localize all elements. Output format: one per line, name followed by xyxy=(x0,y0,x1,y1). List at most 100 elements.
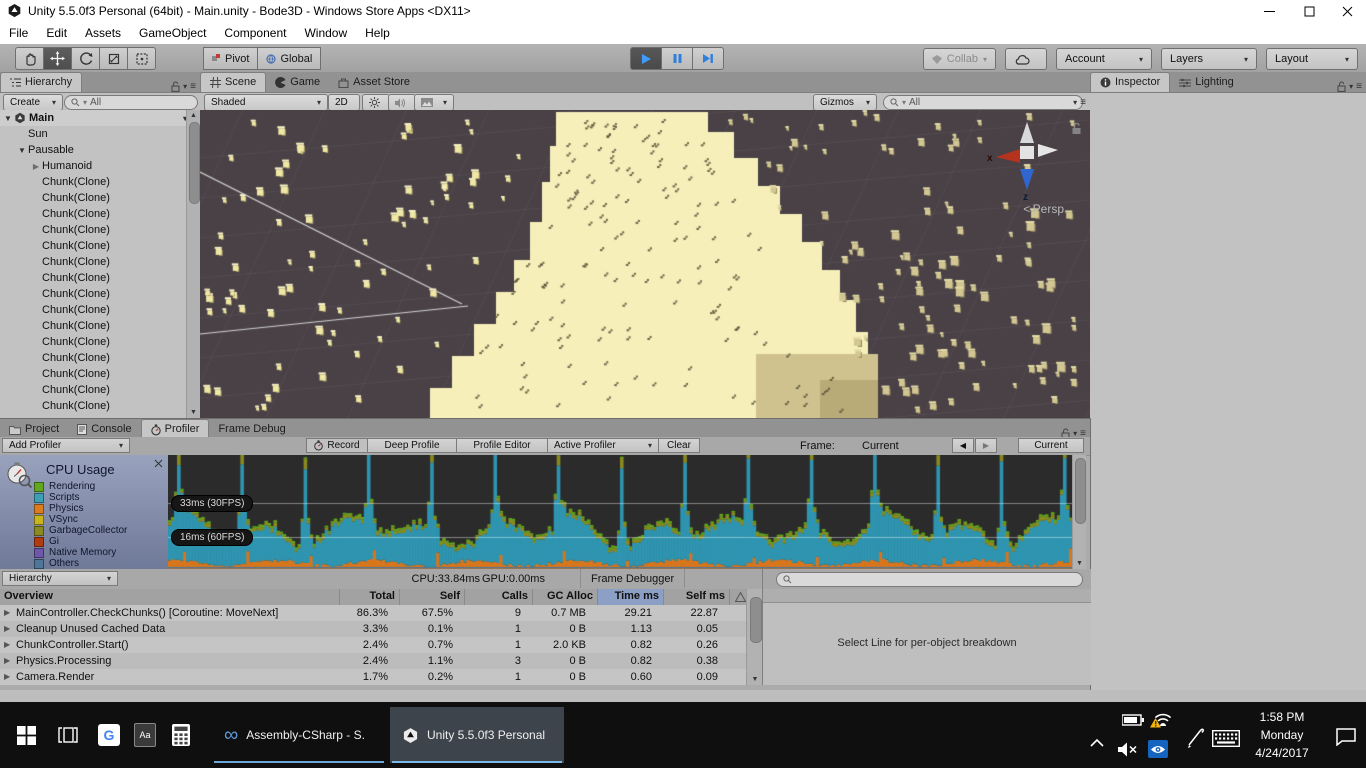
hierarchy-mode-dropdown[interactable]: Hierarchy▾ xyxy=(2,571,118,586)
hierarchy-item-chunk-clone-[interactable]: Chunk(Clone) xyxy=(0,222,200,238)
menu-window[interactable]: Window xyxy=(295,23,356,44)
rotate-tool-icon[interactable] xyxy=(71,47,100,70)
tab-lighting[interactable]: Lighting xyxy=(1170,73,1243,92)
scene-audio-toggle[interactable] xyxy=(388,94,416,111)
taskbar-clock[interactable]: 1:58 PM Monday 4/24/2017 xyxy=(1234,708,1330,762)
legend-vsync[interactable]: VSync xyxy=(12,514,166,525)
hierarchy-item-chunk-clone-[interactable]: Chunk(Clone) xyxy=(0,270,200,286)
menu-assets[interactable]: Assets xyxy=(76,23,130,44)
tree-arrow-icon[interactable]: ▶ xyxy=(30,162,42,171)
hierarchy-item-chunk-clone-[interactable]: Chunk(Clone) xyxy=(0,334,200,350)
active-profiler-dropdown[interactable]: Active Profiler▾ xyxy=(547,438,659,453)
tab-scene[interactable]: Scene xyxy=(200,72,266,92)
hierarchy-item-chunk-clone-[interactable]: Chunk(Clone) xyxy=(0,286,200,302)
eye-tray-icon[interactable] xyxy=(1148,740,1168,758)
start-button[interactable] xyxy=(6,702,46,768)
panel-caret-icon[interactable]: ▾ xyxy=(183,82,187,91)
scene-orientation-gizmo[interactable]: x z xyxy=(986,116,1070,200)
legend-rendering[interactable]: Rendering xyxy=(12,481,166,492)
hierarchy-item-chunk-clone-[interactable]: Chunk(Clone) xyxy=(0,350,200,366)
legend-scripts[interactable]: Scripts xyxy=(12,492,166,503)
hierarchy-item-chunk-clone-[interactable]: Chunk(Clone) xyxy=(0,302,200,318)
legend-others[interactable]: Others xyxy=(12,558,166,569)
detail-search-input[interactable] xyxy=(776,572,1083,587)
hierarchy-item-chunk-clone-[interactable]: Chunk(Clone) xyxy=(0,366,200,382)
volume-muted-icon[interactable] xyxy=(1118,742,1138,757)
column-header-self-ms[interactable]: Self ms xyxy=(664,589,730,605)
profile-editor-toggle[interactable]: Profile Editor xyxy=(456,438,548,453)
panel-menu-icon[interactable]: ≡ xyxy=(1080,97,1085,108)
rect-tool-icon[interactable] xyxy=(127,47,156,70)
wifi-warning-icon[interactable] xyxy=(1150,712,1174,728)
expand-arrow-icon[interactable]: ▶ xyxy=(4,621,10,637)
layout-dropdown[interactable]: Layout▾ xyxy=(1266,48,1358,70)
expand-arrow-icon[interactable]: ▶ xyxy=(4,669,10,685)
chart-scrollbar[interactable]: ▼ xyxy=(1072,455,1086,569)
table-row[interactable]: ▶ChunkController.Start()2.4%0.7%12.0 KB0… xyxy=(0,637,746,653)
tab-inspector[interactable]: Inspector xyxy=(1090,72,1170,92)
play-button[interactable] xyxy=(630,47,662,70)
battery-icon[interactable] xyxy=(1122,714,1144,726)
collab-dropdown[interactable]: Collab▾ xyxy=(923,48,996,70)
chrome-taskbar-icon[interactable]: G xyxy=(92,702,126,768)
taskbar-app-visual-studio[interactable]: ∞Assembly-CSharp - S... xyxy=(212,707,386,763)
cpu-usage-chart[interactable]: 33ms (30FPS) 16ms (60FPS) xyxy=(168,455,1072,569)
column-header-time-ms[interactable]: Time ms xyxy=(598,589,664,605)
tree-arrow-icon[interactable]: ▼ xyxy=(16,146,28,155)
hierarchy-item-chunk-clone-[interactable]: Chunk(Clone) xyxy=(0,190,200,206)
record-toggle[interactable]: Record xyxy=(306,438,368,453)
hierarchy-item-chunk-clone-[interactable]: Chunk(Clone) xyxy=(0,382,200,398)
tab-asset-store[interactable]: Asset Store xyxy=(329,73,419,92)
menu-edit[interactable]: Edit xyxy=(37,23,76,44)
step-button[interactable] xyxy=(692,47,724,70)
column-header-gc-alloc[interactable]: GC Alloc xyxy=(533,589,598,605)
account-dropdown[interactable]: Account▾ xyxy=(1056,48,1152,70)
calculator-taskbar-icon[interactable] xyxy=(164,702,198,768)
menu-help[interactable]: Help xyxy=(356,23,399,44)
hand-tool-icon[interactable] xyxy=(15,47,44,70)
column-header-self[interactable]: Self xyxy=(400,589,465,605)
hierarchy-item-chunk-clone-[interactable]: Chunk(Clone) xyxy=(0,254,200,270)
create-dropdown[interactable]: Create▾ xyxy=(3,94,63,111)
tab-hierarchy[interactable]: Hierarchy xyxy=(0,72,82,92)
menu-component[interactable]: Component xyxy=(215,23,295,44)
scene-lighting-toggle[interactable] xyxy=(362,94,390,111)
hierarchy-item-chunk-clone-[interactable]: Chunk(Clone) xyxy=(0,318,200,334)
next-frame-button[interactable]: ▶ xyxy=(975,438,997,453)
legend-gi[interactable]: Gi xyxy=(12,536,166,547)
hierarchy-item-main[interactable]: ▼Main▾≡ xyxy=(0,110,200,126)
lock-icon[interactable] xyxy=(171,81,180,92)
global-toggle[interactable]: Global xyxy=(257,47,321,70)
expand-arrow-icon[interactable]: ▶ xyxy=(4,637,10,653)
column-header-total[interactable]: Total xyxy=(340,589,400,605)
tray-chevron-icon[interactable] xyxy=(1090,738,1104,747)
pause-button[interactable] xyxy=(661,47,693,70)
legend-garbagecollector[interactable]: GarbageCollector xyxy=(12,525,166,536)
clear-button[interactable]: Clear xyxy=(658,438,700,453)
hierarchy-item-chunk-clone-[interactable]: Chunk(Clone) xyxy=(0,398,200,414)
scene-effects-dropdown[interactable]: ▾ xyxy=(414,94,454,111)
add-profiler-dropdown[interactable]: Add Profiler▾ xyxy=(2,438,130,453)
current-frame-button[interactable]: Current xyxy=(1018,438,1084,453)
prev-frame-button[interactable]: ◀ xyxy=(952,438,974,453)
legend-native-memory[interactable]: Native Memory xyxy=(12,547,166,558)
table-row[interactable]: ▶MainController.CheckChunks() [Coroutine… xyxy=(0,605,746,621)
column-header-calls[interactable]: Calls xyxy=(465,589,533,605)
hierarchy-item-sun[interactable]: Sun xyxy=(0,126,200,142)
maximize-button[interactable] xyxy=(1292,0,1326,22)
hierarchy-item-pausable[interactable]: ▼Pausable xyxy=(0,142,200,158)
hierarchy-item-chunk-clone-[interactable]: Chunk(Clone) xyxy=(0,174,200,190)
2d-toggle[interactable]: 2D xyxy=(328,94,360,111)
panel-menu-icon[interactable]: ≡ xyxy=(190,81,195,92)
legend-physics[interactable]: Physics xyxy=(12,503,166,514)
gizmos-dropdown[interactable]: Gizmos▾ xyxy=(813,94,877,111)
close-button[interactable] xyxy=(1330,0,1364,22)
move-tool-icon[interactable] xyxy=(43,47,72,70)
pen-tray-icon[interactable] xyxy=(1186,728,1204,748)
dictionary-taskbar-icon[interactable]: Aa xyxy=(128,702,162,768)
deep-profile-toggle[interactable]: Deep Profile xyxy=(367,438,457,453)
panel-menu-icons[interactable]: ▾≡ xyxy=(1337,81,1366,92)
table-scrollbar[interactable]: ▼ xyxy=(746,589,763,685)
table-row[interactable]: ▶Cleanup Unused Cached Data3.3%0.1%10 B1… xyxy=(0,621,746,637)
expand-arrow-icon[interactable]: ▶ xyxy=(4,605,10,621)
